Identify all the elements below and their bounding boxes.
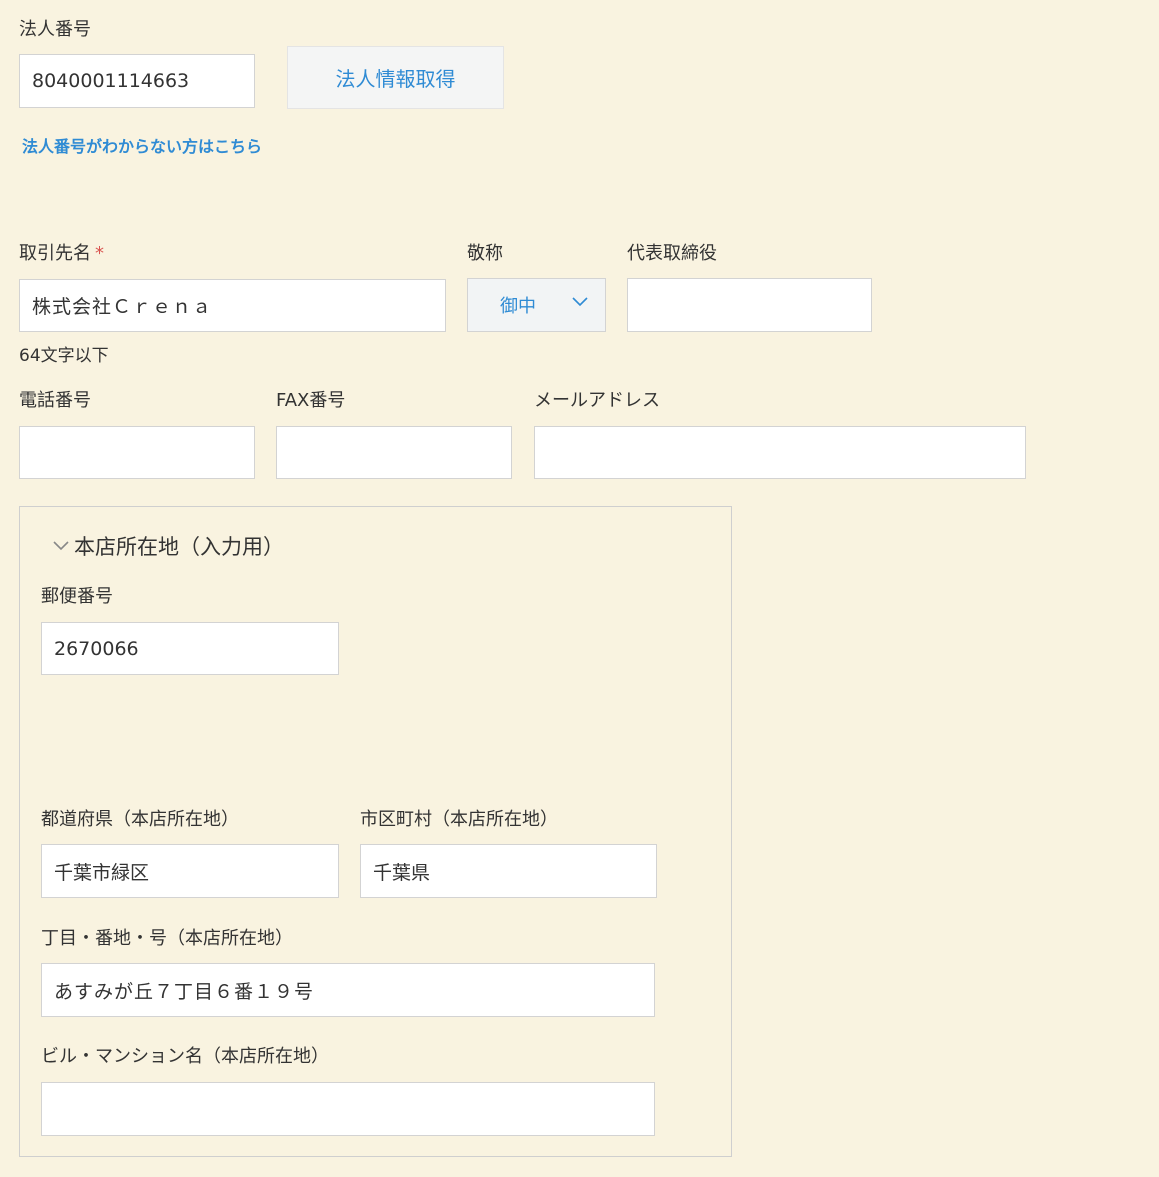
head-office-section: 本店所在地（入力用） 郵便番号 2670066 都道府県（本店所在地） 千葉市緑… bbox=[19, 506, 732, 1157]
prefecture-input[interactable]: 千葉市緑区 bbox=[41, 844, 339, 898]
honorific-selected-value: 御中 bbox=[500, 296, 536, 317]
prefecture-label: 都道府県（本店所在地） bbox=[41, 809, 239, 830]
city-input[interactable]: 千葉県 bbox=[360, 844, 657, 898]
chevron-down-icon bbox=[53, 541, 69, 551]
partner-name-length-note: 64文字以下 bbox=[19, 346, 109, 366]
building-input[interactable] bbox=[41, 1082, 655, 1136]
head-office-section-toggle[interactable]: 本店所在地（入力用） bbox=[52, 531, 284, 561]
phone-label: 電話番号 bbox=[19, 390, 91, 411]
street-label: 丁目・番地・号（本店所在地） bbox=[41, 928, 293, 949]
corporate-number-help-link[interactable]: 法人番号がわからない方はこちら bbox=[22, 133, 262, 157]
corporate-number-label: 法人番号 bbox=[19, 19, 91, 40]
partner-name-label: 取引先名 bbox=[19, 243, 91, 264]
building-label: ビル・マンション名（本店所在地） bbox=[41, 1046, 329, 1067]
city-label: 市区町村（本店所在地） bbox=[360, 809, 558, 830]
postal-code-label: 郵便番号 bbox=[41, 586, 113, 607]
street-input[interactable]: あすみが丘７丁目６番１９号 bbox=[41, 963, 655, 1017]
chevron-down-icon bbox=[572, 297, 588, 307]
head-office-section-title: 本店所在地（入力用） bbox=[74, 535, 284, 559]
fax-label: FAX番号 bbox=[276, 390, 346, 411]
required-mark: * bbox=[95, 243, 104, 264]
email-label: メールアドレス bbox=[534, 390, 660, 411]
honorific-select[interactable]: 御中 bbox=[467, 278, 606, 332]
representative-input[interactable] bbox=[627, 278, 872, 332]
fetch-corporate-info-button[interactable]: 法人情報取得 bbox=[287, 46, 504, 109]
email-input[interactable] bbox=[534, 426, 1026, 479]
postal-code-input[interactable]: 2670066 bbox=[41, 622, 339, 675]
corporate-number-input[interactable]: 8040001114663 bbox=[19, 54, 255, 108]
partner-name-label-row: 取引先名 * bbox=[19, 243, 104, 265]
honorific-label: 敬称 bbox=[467, 243, 503, 264]
fax-input[interactable] bbox=[276, 426, 512, 479]
partner-name-input[interactable]: 株式会社Ｃｒｅｎａ bbox=[19, 279, 446, 332]
phone-input[interactable] bbox=[19, 426, 255, 479]
representative-label: 代表取締役 bbox=[627, 243, 717, 264]
